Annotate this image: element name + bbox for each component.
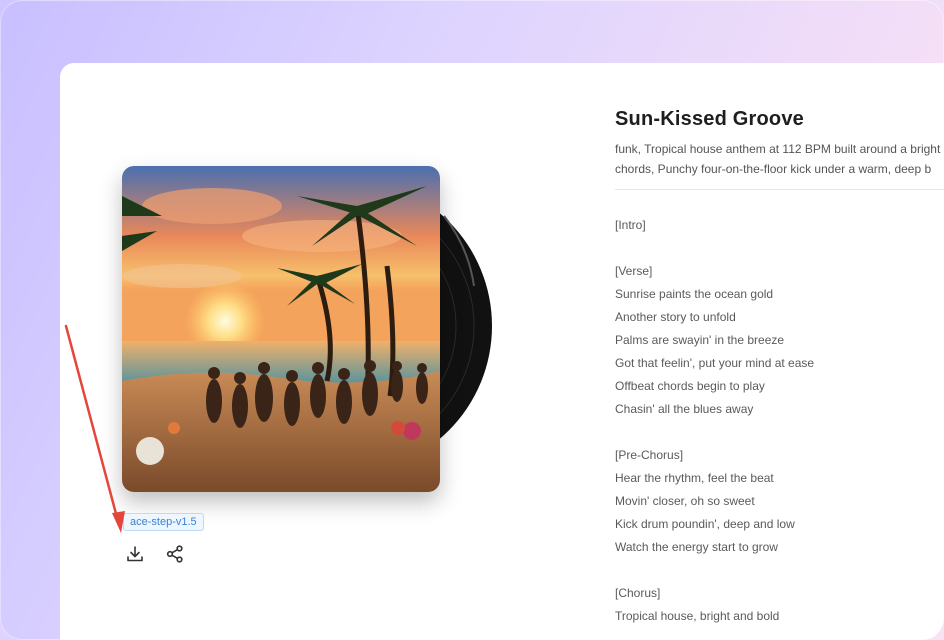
cover-area [122, 166, 522, 506]
track-actions [124, 543, 186, 565]
lyric-line [615, 421, 944, 444]
app-background: ace-step-v1.5 Sun-Kissed Groove funk, Tr… [0, 0, 944, 640]
lyric-line: Watch the energy start to grow [615, 540, 778, 554]
lyric-line: [Pre-Chorus] [615, 448, 684, 462]
lyric-line: [Chorus] [615, 586, 661, 600]
song-detail-card: ace-step-v1.5 Sun-Kissed Groove funk, Tr… [60, 63, 944, 640]
lyric-line: Sunrise paints the ocean gold [615, 287, 774, 301]
lyric-line: Another story to unfold [615, 310, 736, 324]
lyric-line: Got that feelin', put your mind at ease [615, 356, 815, 370]
model-version-tag: ace-step-v1.5 [123, 513, 204, 531]
share-icon [166, 545, 183, 563]
song-info-panel: Sun-Kissed Groove funk, Tropical house a… [615, 108, 944, 628]
lyric-line: Hear the rhythm, feel the beat [615, 471, 774, 485]
download-button[interactable] [124, 543, 146, 565]
lyric-line: Tropical house, bright and bold [615, 609, 780, 623]
lyric-line [615, 237, 944, 260]
song-title: Sun-Kissed Groove [615, 108, 804, 130]
lyric-line: [Intro] [615, 218, 646, 232]
description-line: chords, Punchy four-on-the-floor kick un… [615, 162, 932, 176]
lyric-line [615, 559, 944, 582]
share-button[interactable] [164, 543, 186, 565]
description-line: funk, Tropical house anthem at 112 BPM b… [615, 142, 941, 156]
lyric-line: Palms are swayin' in the breeze [615, 333, 785, 347]
song-description: funk, Tropical house anthem at 112 BPM b… [615, 139, 944, 179]
divider [615, 189, 944, 190]
lyric-line: [Verse] [615, 264, 653, 278]
lyric-line: Chasin' all the blues away [615, 402, 754, 416]
lyric-line: Offbeat chords begin to play [615, 379, 765, 393]
download-icon [127, 546, 143, 562]
lyrics-block: [Intro] [Verse] Sunrise paints the ocean… [615, 214, 944, 628]
lyric-line: Movin' closer, oh so sweet [615, 494, 755, 508]
lyric-line: Kick drum poundin', deep and low [615, 517, 795, 531]
album-cover-image [122, 166, 440, 492]
